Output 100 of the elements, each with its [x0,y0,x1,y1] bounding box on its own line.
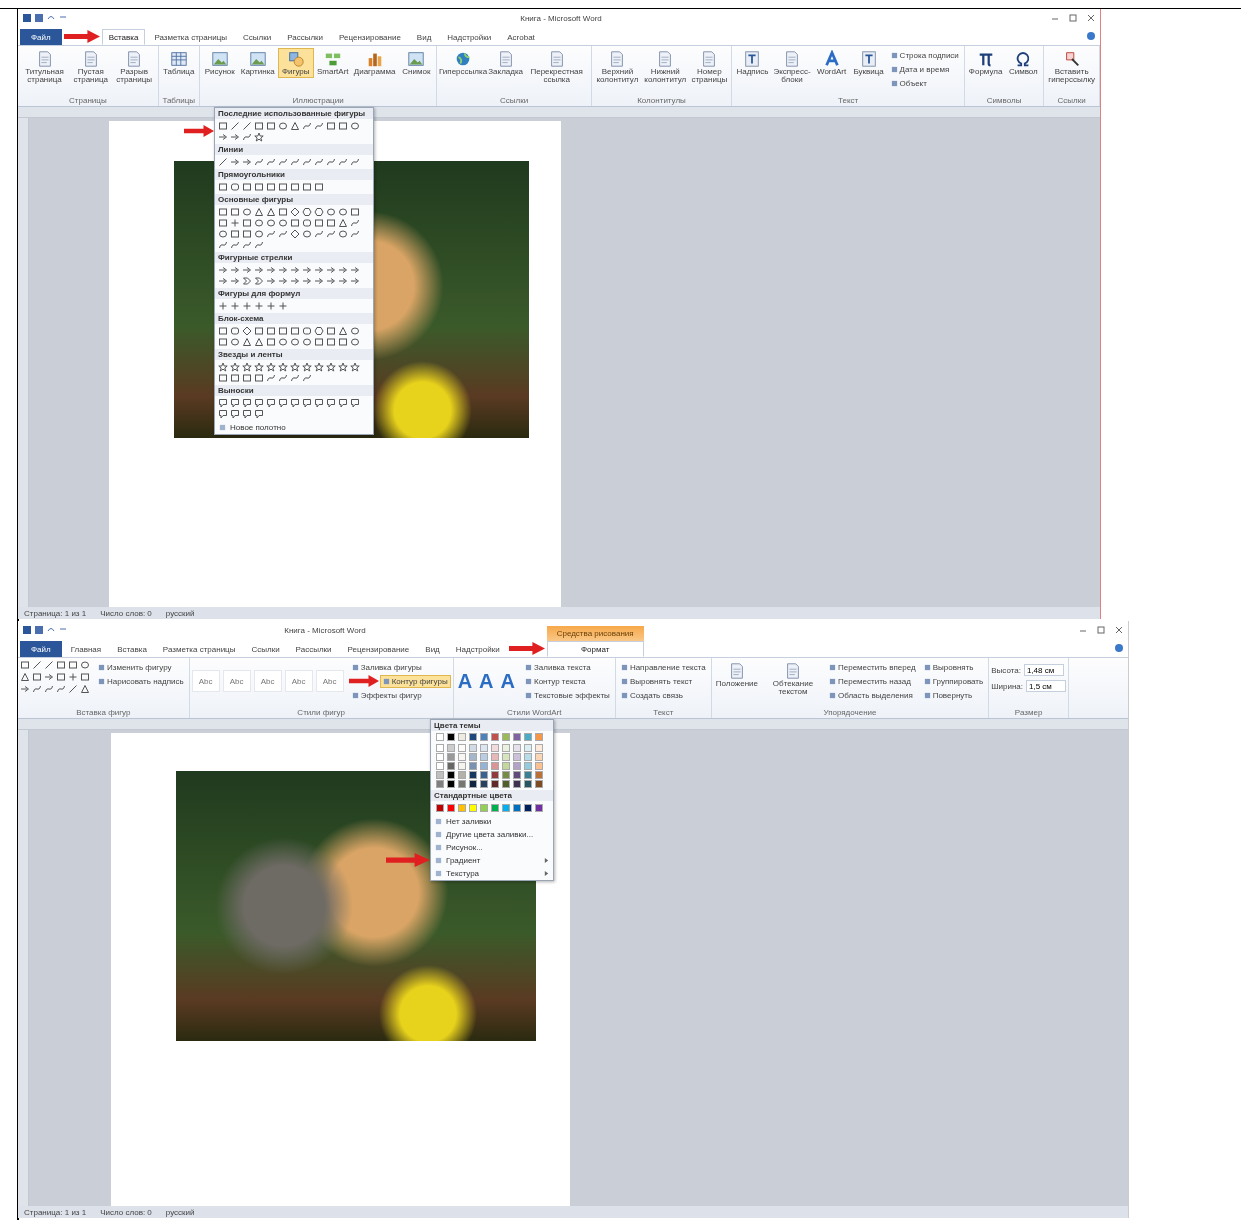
round-rect-shape-icon[interactable] [230,326,240,336]
size-input[interactable]: 1,5 см [1026,680,1066,692]
color-swatch[interactable] [480,804,488,812]
ribbon-button[interactable]: Номер страницы [689,48,730,87]
arrow-shape-icon[interactable] [290,276,300,286]
oval-shape-icon[interactable] [230,337,240,347]
ribbon-button[interactable]: WordArt [813,48,850,79]
color-swatch[interactable] [535,753,543,761]
wordart-style-option[interactable]: A [477,669,496,693]
arrow-shape-icon[interactable] [266,265,276,275]
color-swatch[interactable] [513,744,521,752]
ribbon-button[interactable]: Буквица [850,48,887,79]
round-rect-shape-icon[interactable] [302,326,312,336]
arrow-shape-icon[interactable] [326,276,336,286]
ribbon-small-button[interactable]: Текстовые эффекты [522,688,613,702]
color-swatch[interactable] [524,744,532,752]
plus-shape-icon[interactable] [266,301,276,311]
wordart-style-option[interactable]: A [455,669,475,693]
close-icon[interactable] [1114,625,1124,635]
ribbon-tab[interactable]: Вид [409,29,439,45]
ribbon-tab[interactable]: Надстройки [448,641,507,657]
color-swatch[interactable] [535,780,543,788]
color-swatch[interactable] [469,762,477,770]
color-swatch[interactable] [447,762,455,770]
ribbon-button[interactable]: Диаграмма [351,48,398,79]
star-shape-icon[interactable] [338,362,348,372]
arrow-shape-icon[interactable] [350,265,360,275]
color-swatch[interactable] [491,753,499,761]
color-swatch[interactable] [491,780,499,788]
shape-style-option[interactable]: Abc [284,670,313,692]
maximize-icon[interactable] [1068,13,1078,23]
color-swatch[interactable] [513,753,521,761]
arrow-shape-icon[interactable] [230,132,240,142]
arrow-shape-icon[interactable] [314,265,324,275]
ribbon-small-button[interactable]: Переместить назад [826,674,914,688]
arrow-shape-icon[interactable] [302,276,312,286]
color-swatch[interactable] [535,733,543,741]
ribbon-small-button[interactable]: Группировать [920,674,987,688]
round-rect-shape-icon[interactable] [302,218,312,228]
arrow-shape-icon[interactable] [278,276,288,286]
ribbon-button[interactable]: Символ [1005,48,1042,79]
menu-item[interactable]: Новое полотно [215,421,373,434]
star-shape-icon[interactable] [266,362,276,372]
color-swatch[interactable] [436,762,444,770]
menu-item[interactable]: Рисунок... [431,841,553,854]
hexagon-shape-icon[interactable] [314,326,324,336]
color-swatch[interactable] [469,780,477,788]
ribbon-button[interactable]: Картинка [238,48,277,79]
ribbon-button[interactable]: Титульная страница [20,48,70,87]
help-icon[interactable] [1114,643,1124,653]
color-swatch[interactable] [502,762,510,770]
triangle-shape-icon[interactable] [20,672,30,682]
color-swatch[interactable] [513,733,521,741]
ribbon-button[interactable]: Фигуры [277,48,314,79]
rect-shape-icon[interactable] [218,182,228,192]
ribbon-button[interactable]: Надпись [734,48,771,79]
color-swatch[interactable] [480,733,488,741]
ribbon-small-button[interactable]: Создать связь [617,688,686,702]
color-swatch[interactable] [513,762,521,770]
shape-style-option[interactable]: Abc [191,670,220,692]
textbox-shape-icon[interactable] [218,207,228,217]
size-input[interactable]: 1,48 см [1023,664,1064,676]
color-swatch[interactable] [480,753,488,761]
ribbon-small-button[interactable]: Область выделения [826,688,916,702]
ribbon-button[interactable]: Гиперссылка [439,48,487,79]
ribbon-button[interactable]: Снимок [398,48,435,79]
ribbon-small-button[interactable]: Заливка текста [522,660,594,674]
arrow-shape-icon[interactable] [326,265,336,275]
color-swatch[interactable] [535,744,543,752]
ribbon-small-button[interactable]: Изменить фигуру [95,660,175,674]
shape-style-option[interactable]: Abc [253,670,282,692]
ribbon-tab[interactable]: Вид [418,641,447,657]
star-shape-icon[interactable] [230,362,240,372]
color-swatch[interactable] [458,744,466,752]
oval-shape-icon[interactable] [302,229,312,239]
color-swatch[interactable] [480,780,488,788]
ribbon-button[interactable]: Пустая страница [70,48,112,87]
ribbon-tab[interactable]: Вставка [110,641,154,657]
ribbon-button[interactable]: Рисунок [201,48,238,79]
color-swatch[interactable] [480,771,488,779]
triangle-shape-icon[interactable] [338,218,348,228]
ribbon-button[interactable]: Таблица [160,48,197,79]
star-shape-icon[interactable] [326,362,336,372]
ribbon-small-button[interactable]: Эффекты фигур [348,688,425,702]
maximize-icon[interactable] [1096,625,1106,635]
arrow-shape-icon[interactable] [338,276,348,286]
color-swatch[interactable] [458,780,466,788]
ribbon-button[interactable]: Разрыв страницы [112,48,156,87]
arrow-shape-icon[interactable] [350,276,360,286]
ribbon-button[interactable]: Закладка [487,48,524,79]
line-shape-icon[interactable] [218,157,228,167]
color-swatch[interactable] [535,771,543,779]
color-swatch[interactable] [458,804,466,812]
close-icon[interactable] [1086,13,1096,23]
color-swatch[interactable] [502,753,510,761]
ribbon-tab[interactable]: Разметка страницы [155,641,243,657]
ribbon-tab[interactable]: Рассылки [280,29,331,45]
ribbon-button[interactable]: Нижний колонтитул [642,48,689,87]
plus-shape-icon[interactable] [230,301,240,311]
star-shape-icon[interactable] [290,362,300,372]
